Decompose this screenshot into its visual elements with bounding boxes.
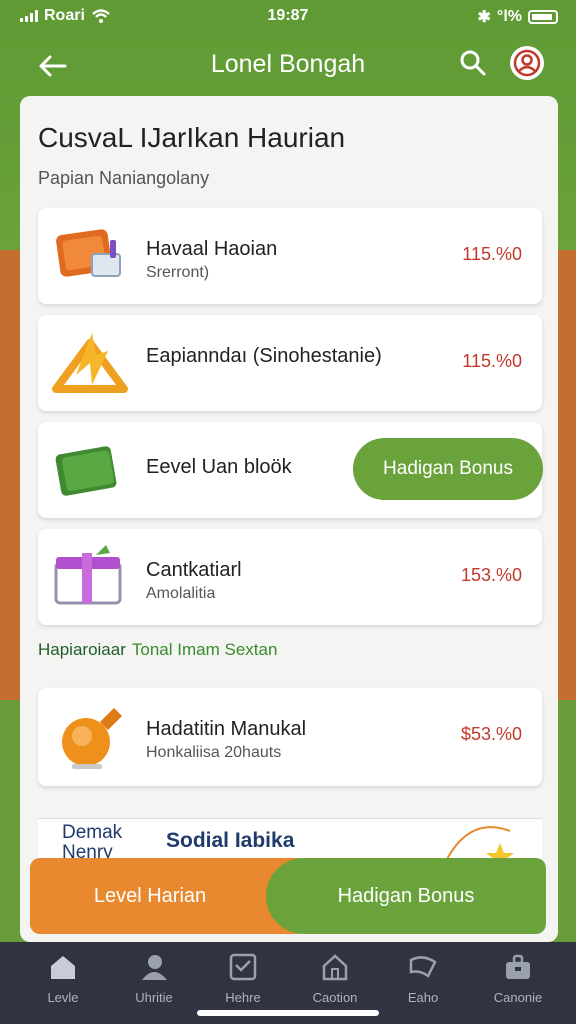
cutoff-left-text: Demak Nenry (62, 823, 122, 863)
flag-icon (409, 956, 437, 978)
hadigan-bonus-main-button[interactable]: Hadigan Bonus (266, 858, 546, 934)
item-title: Eevel Uan bloök (146, 456, 292, 478)
wallet-tools-icon (52, 222, 130, 292)
app-header: Lonel Bongah (0, 34, 576, 98)
gift-box-icon (52, 543, 130, 613)
tab-label: Levle (47, 990, 79, 1005)
cutoff-middle-text: Sodial Iabika (166, 829, 295, 852)
list-item[interactable]: Eapianndaı (Sinohestanie) 115.%0 (38, 315, 542, 411)
item-title: Havaal Haoian (146, 238, 278, 260)
bluetooth-icon: ✱ (477, 9, 491, 26)
status-right: ✱ °l% (478, 7, 558, 27)
user-avatar-icon (513, 49, 541, 77)
orange-bell-icon (52, 702, 130, 772)
list-item[interactable]: Eevel Uan bloök Hadigan Bonus (38, 422, 543, 518)
item-value: $53.%0 (460, 724, 522, 744)
search-button[interactable] (458, 48, 492, 82)
tab-hehre[interactable]: Hehre (195, 952, 291, 1008)
tab-label: Uhritie (135, 990, 173, 1005)
item-title: Cantkatiarl (146, 559, 242, 581)
level-harian-button[interactable]: Level Harian (30, 858, 300, 934)
item-value: 153.%0 (460, 565, 522, 585)
item-subtitle: Honkaliisa 20hauts (146, 744, 282, 761)
bottom-actions: Level Harian Hadigan Bonus (30, 858, 546, 934)
item-value: 115.%0 (462, 244, 522, 264)
house-outline-icon (322, 954, 348, 981)
home-indicator[interactable] (197, 1010, 379, 1016)
section-label: Hapiaroiaar Tonal Imam Sextan (38, 640, 277, 660)
profile-button[interactable] (510, 46, 544, 80)
tab-levle[interactable]: Levle (15, 952, 111, 1008)
battery-percent: °l% (496, 8, 522, 25)
tab-label: Eaho (407, 990, 439, 1005)
item-subtitle: Amolalitia (146, 585, 216, 602)
arrow-triangle-icon (52, 329, 130, 399)
item-value: 115.%0 (462, 351, 522, 371)
main-card: CusvaL IJarIkan Haurian Papian Naniangol… (20, 96, 558, 942)
inbox-icon (229, 953, 257, 981)
card-title: CusvaL IJarIkan Haurian (38, 122, 346, 153)
tab-eaho[interactable]: Eaho (375, 952, 471, 1008)
item-title: Hadatitin Manukal (146, 718, 307, 740)
featured-item[interactable]: Hadatitin Manukal Honkaliisa 20hauts $53… (38, 688, 542, 786)
green-book-icon (52, 436, 130, 506)
item-subtitle: Srerront) (146, 264, 210, 281)
tab-label: Caotion (312, 990, 358, 1005)
status-bar: Roari 19:87 ✱ °l% (0, 0, 576, 34)
section-label-secondary[interactable]: Tonal Imam Sextan (132, 640, 278, 659)
card-subtitle: Papian Naniangolany (38, 168, 210, 188)
tab-canonie[interactable]: Canonie (470, 952, 566, 1008)
home-icon (51, 956, 75, 979)
tab-caotion[interactable]: Caotion (287, 952, 383, 1008)
tab-label: Hehre (225, 990, 261, 1005)
tab-uhritie[interactable]: Uhritie (106, 952, 202, 1008)
hadigan-bonus-button[interactable]: Hadigan Bonus (353, 438, 543, 500)
tab-label: Canonie (493, 990, 543, 1005)
list-item[interactable]: Havaal Haoian Srerront) 115.%0 (38, 208, 542, 304)
item-title: Eapianndaı (Sinohestanie) (146, 345, 382, 367)
person-icon (142, 955, 167, 980)
list-item[interactable]: Cantkatiarl Amolalitia 153.%0 (38, 529, 542, 625)
briefcase-icon (506, 954, 530, 979)
section-label-primary: Hapiaroiaar (38, 640, 126, 659)
cutoff-line-1: Demak (62, 822, 123, 843)
battery-icon (528, 10, 558, 24)
search-icon (460, 50, 486, 76)
